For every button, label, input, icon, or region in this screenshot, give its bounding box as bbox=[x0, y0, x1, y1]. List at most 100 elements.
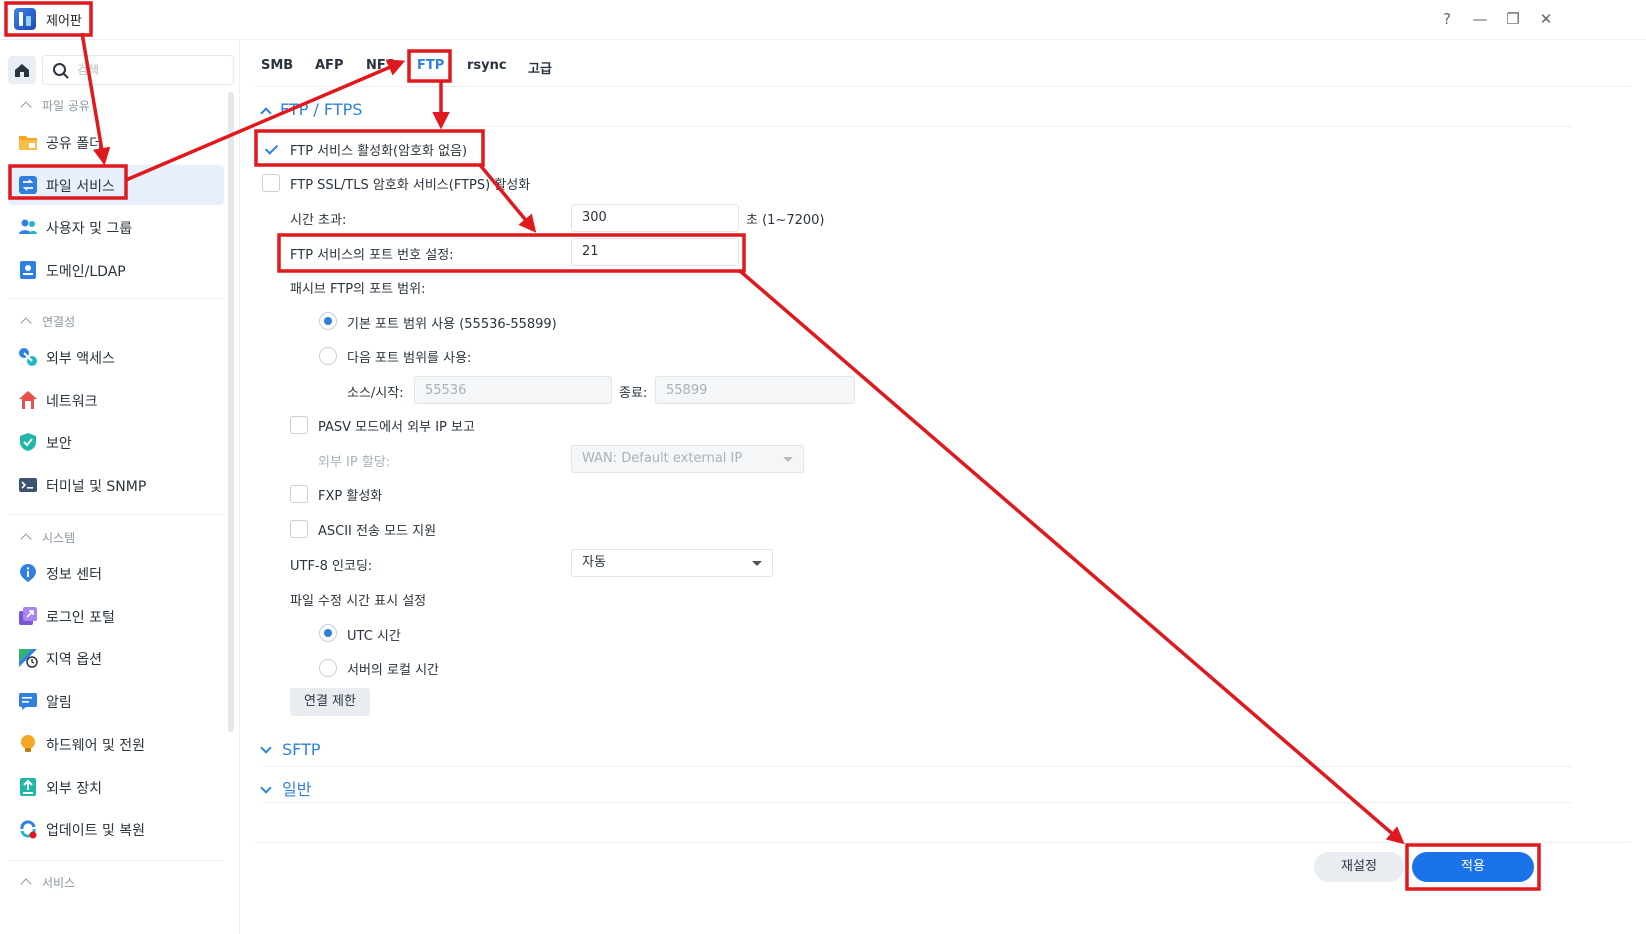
home-button[interactable] bbox=[8, 56, 36, 84]
group-header-services[interactable]: 서비스 bbox=[20, 874, 75, 891]
sidebar-item-notification[interactable]: 알림 bbox=[8, 681, 224, 721]
fxp-checkbox[interactable] bbox=[290, 485, 308, 503]
source-start-input[interactable] bbox=[425, 377, 601, 403]
enable-ftp-label: FTP 서비스 활성화(암호화 없음) bbox=[290, 144, 468, 159]
tab-ftp[interactable]: FTP bbox=[417, 58, 444, 73]
pasv-report-checkbox[interactable] bbox=[290, 416, 308, 434]
connection-limit-button[interactable]: 연결 제한 bbox=[290, 688, 370, 716]
passive-range-label: 패시브 FTP의 포트 범위: bbox=[290, 282, 426, 297]
shield-icon bbox=[20, 433, 36, 451]
file-services-icon bbox=[19, 176, 37, 194]
pasv-report-label: PASV 모드에서 외부 IP 보고 bbox=[318, 420, 475, 435]
annotation-overlay bbox=[4, 1, 1541, 891]
mtime-utc-radio[interactable] bbox=[319, 624, 337, 642]
external-ip-select[interactable]: WAN: Default external IP bbox=[571, 445, 804, 473]
ascii-checkbox[interactable] bbox=[290, 520, 308, 538]
external-ip-label: 외부 IP 할당: bbox=[318, 455, 391, 470]
timeout-label: 시간 초과: bbox=[290, 213, 347, 228]
maximize-icon[interactable]: ❐ bbox=[1502, 8, 1524, 30]
folder-icon bbox=[19, 136, 37, 150]
chevron-down-icon bbox=[783, 457, 793, 462]
control-panel-icon bbox=[14, 8, 36, 30]
sidebar-item-domain-ldap[interactable]: 도메인/LDAP bbox=[8, 250, 224, 290]
passive-default-label: 기본 포트 범위 사용 (55536-55899) bbox=[347, 317, 557, 332]
utf8-label: UTF-8 인코딩: bbox=[290, 559, 373, 574]
regional-options-icon bbox=[19, 649, 38, 668]
end-input[interactable] bbox=[666, 377, 844, 403]
enable-ftps-checkbox[interactable] bbox=[262, 174, 280, 192]
external-device-icon bbox=[20, 778, 36, 796]
minimize-icon[interactable]: — bbox=[1469, 8, 1491, 30]
tab-afp[interactable]: AFP bbox=[315, 58, 343, 73]
footer-divider bbox=[254, 842, 1630, 843]
chevron-down-icon bbox=[260, 742, 272, 754]
sidebar-item-terminal-snmp[interactable]: 터미널 및 SNMP bbox=[8, 465, 224, 505]
section-divider bbox=[262, 126, 1572, 127]
source-start-field[interactable] bbox=[414, 376, 612, 404]
passive-default-radio[interactable] bbox=[319, 312, 337, 330]
title-bar: 제어판 ? — ❐ ✕ bbox=[0, 0, 1646, 40]
search-input[interactable] bbox=[77, 60, 227, 80]
end-label: 종료: bbox=[619, 386, 648, 401]
sidebar-item-hardware-power[interactable]: 하드웨어 및 전원 bbox=[8, 724, 224, 764]
sidebar-item-external-access[interactable]: 외부 액세스 bbox=[8, 337, 224, 377]
port-label: FTP 서비스의 포트 번호 설정: bbox=[290, 248, 454, 263]
sidebar-divider bbox=[8, 514, 224, 515]
mtime-local-radio[interactable] bbox=[319, 659, 337, 677]
network-icon bbox=[19, 391, 37, 409]
enable-ftp-checkbox[interactable] bbox=[262, 140, 280, 158]
utf8-select[interactable]: 자동 bbox=[571, 549, 773, 577]
group-header-file-sharing[interactable]: 파일 공유 bbox=[20, 97, 90, 114]
reset-button[interactable]: 재설정 bbox=[1314, 852, 1404, 882]
tab-nfs[interactable]: NFS bbox=[366, 58, 395, 73]
sidebar-item-info-center[interactable]: 정보 센터 bbox=[8, 553, 224, 593]
home-icon bbox=[15, 64, 29, 77]
tab-advanced[interactable]: 고급 bbox=[528, 58, 552, 77]
sidebar-item-regional-options[interactable]: 지역 옵션 bbox=[8, 638, 224, 678]
close-icon[interactable]: ✕ bbox=[1535, 8, 1557, 30]
group-header-connectivity[interactable]: 연결성 bbox=[20, 313, 75, 330]
section-general-header[interactable]: 일반 bbox=[260, 776, 311, 800]
port-input[interactable]: 21 bbox=[571, 238, 739, 266]
notification-icon bbox=[19, 693, 37, 710]
info-icon bbox=[20, 564, 36, 582]
timeout-unit: 초 (1~7200) bbox=[746, 213, 825, 228]
section-divider bbox=[262, 766, 1572, 767]
sidebar: 파일 공유 공유 폴더 파일 서비스 사용자 및 그룹 도메인/LDAP 연결성… bbox=[0, 40, 240, 934]
group-header-system[interactable]: 시스템 bbox=[20, 529, 75, 546]
lightbulb-icon bbox=[21, 735, 35, 752]
users-icon bbox=[19, 219, 37, 234]
sidebar-item-file-services[interactable]: 파일 서비스 bbox=[8, 165, 224, 205]
section-ftp-ftps-header[interactable]: FTP / FTPS bbox=[260, 100, 362, 119]
domain-icon bbox=[20, 261, 36, 279]
search-icon bbox=[53, 63, 69, 79]
sidebar-divider bbox=[8, 860, 224, 861]
help-icon[interactable]: ? bbox=[1436, 8, 1458, 30]
sidebar-item-update-restore[interactable]: 업데이트 및 복원 bbox=[8, 809, 224, 849]
end-field[interactable] bbox=[655, 376, 855, 404]
sidebar-item-login-portal[interactable]: 로그인 포털 bbox=[8, 596, 224, 636]
login-portal-icon bbox=[19, 607, 37, 625]
sidebar-item-shared-folder[interactable]: 공유 폴더 bbox=[8, 122, 224, 162]
sidebar-item-external-devices[interactable]: 외부 장치 bbox=[8, 767, 224, 807]
external-access-icon bbox=[19, 348, 37, 366]
timeout-input[interactable]: 300 bbox=[571, 204, 739, 232]
mtime-local-label: 서버의 로컬 시간 bbox=[347, 663, 439, 678]
sidebar-divider bbox=[8, 298, 224, 299]
passive-custom-label: 다음 포트 범위를 사용: bbox=[347, 351, 472, 366]
sidebar-scrollbar[interactable] bbox=[228, 92, 234, 732]
terminal-icon bbox=[19, 478, 37, 492]
passive-custom-radio[interactable] bbox=[319, 347, 337, 365]
tab-rsync[interactable]: rsync bbox=[467, 58, 507, 73]
fxp-label: FXP 활성화 bbox=[318, 489, 383, 504]
tab-smb[interactable]: SMB bbox=[261, 58, 293, 73]
window-title: 제어판 bbox=[46, 14, 82, 29]
sidebar-item-security[interactable]: 보안 bbox=[8, 422, 224, 462]
section-sftp-header[interactable]: SFTP bbox=[260, 740, 321, 759]
sidebar-item-network[interactable]: 네트워크 bbox=[8, 380, 224, 420]
search-field[interactable] bbox=[42, 55, 234, 85]
chevron-down-icon bbox=[260, 782, 272, 794]
source-start-label: 소스/시작: bbox=[347, 386, 404, 401]
sidebar-item-users-groups[interactable]: 사용자 및 그룹 bbox=[8, 207, 224, 247]
apply-button[interactable]: 적용 bbox=[1412, 852, 1534, 882]
